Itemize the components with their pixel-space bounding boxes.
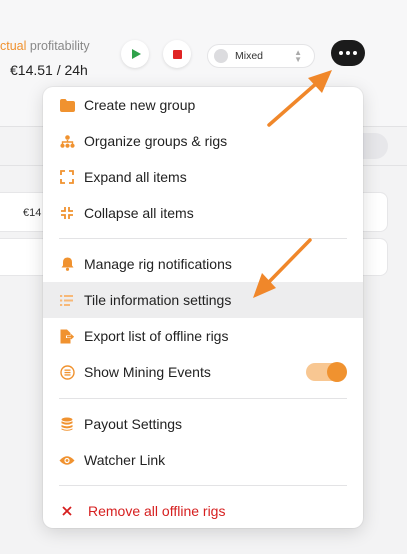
menu-item-label: Collapse all items <box>84 205 194 221</box>
menu-item-export-offline[interactable]: Export list of offline rigs <box>43 318 363 354</box>
menu-item-create-group[interactable]: Create new group <box>43 87 363 123</box>
more-options-button[interactable] <box>331 40 365 66</box>
stop-button[interactable] <box>163 40 191 68</box>
profitability-label-text: profitability <box>26 39 90 53</box>
events-icon <box>59 364 75 380</box>
eye-icon <box>59 452 75 468</box>
menu-item-label: Tile information settings <box>84 292 232 308</box>
dot-icon <box>339 51 343 55</box>
menu-item-label: Watcher Link <box>84 452 166 468</box>
mode-select[interactable]: Mixed ▲ ▼ <box>207 44 315 68</box>
list-settings-icon <box>59 292 75 308</box>
menu-item-remove-offline[interactable]: Remove all offline rigs <box>43 493 363 529</box>
expand-icon <box>59 169 75 185</box>
start-button[interactable] <box>121 40 149 68</box>
close-icon <box>59 503 75 519</box>
menu-item-organize[interactable]: Organize groups & rigs <box>43 123 363 159</box>
select-caret-icon: ▲ ▼ <box>294 48 302 64</box>
menu-item-label: Organize groups & rigs <box>84 133 228 149</box>
menu-item-label: Expand all items <box>84 169 187 185</box>
bell-icon <box>59 256 75 272</box>
menu-item-label: Manage rig notifications <box>84 256 232 272</box>
collapse-icon <box>59 205 75 221</box>
profitability-label: ctual profitability <box>0 39 90 53</box>
profitability-label-accent: ctual <box>0 39 27 53</box>
folder-icon <box>59 97 75 113</box>
mode-select-value: Mixed <box>235 50 264 62</box>
menu-item-label: Payout Settings <box>84 416 183 432</box>
profit-value: €14.51 / 24h <box>10 62 88 78</box>
menu-item-tile-settings[interactable]: Tile information settings <box>43 282 363 318</box>
stop-icon <box>172 49 182 59</box>
menu-item-label: Show Mining Events <box>84 364 211 380</box>
menu-item-show-mining-events[interactable]: Show Mining Events <box>43 354 363 390</box>
options-menu: Create new group Organize groups & rigs … <box>43 87 363 528</box>
menu-item-collapse-all[interactable]: Collapse all items <box>43 195 363 231</box>
file-export-icon <box>59 328 75 344</box>
dot-icon <box>353 51 357 55</box>
dot-icon <box>346 51 350 55</box>
mode-dot-icon <box>214 49 228 63</box>
menu-item-payout-settings[interactable]: Payout Settings <box>43 406 363 442</box>
menu-separator <box>59 485 347 486</box>
play-icon <box>131 49 141 59</box>
menu-item-label: Remove all offline rigs <box>88 503 226 519</box>
mining-events-toggle[interactable] <box>306 362 347 382</box>
hierarchy-icon <box>59 133 75 149</box>
toggle-knob <box>327 362 347 382</box>
menu-item-label: Export list of offline rigs <box>84 328 229 344</box>
menu-item-watcher-link[interactable]: Watcher Link <box>43 442 363 478</box>
menu-item-label: Create new group <box>84 97 196 113</box>
rig-card-value: €14 <box>23 207 42 219</box>
coins-icon <box>59 416 75 432</box>
menu-item-expand-all[interactable]: Expand all items <box>43 159 363 195</box>
menu-separator <box>59 238 347 239</box>
menu-separator <box>59 398 347 399</box>
menu-item-manage-notifications[interactable]: Manage rig notifications <box>43 246 363 282</box>
